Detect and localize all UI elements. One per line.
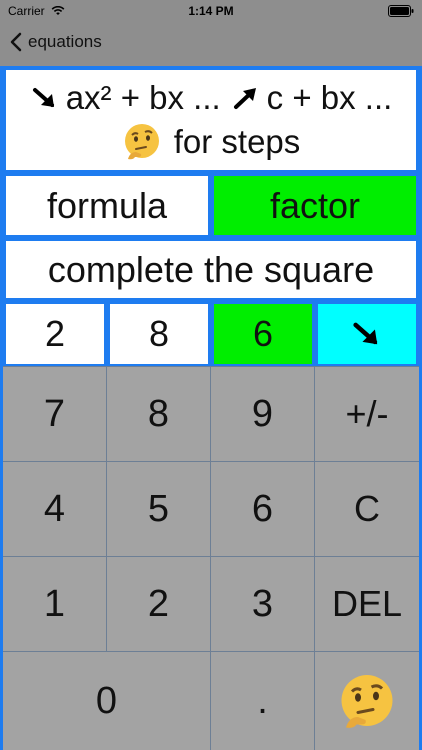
key-1-label: 1 [43, 582, 66, 625]
key-9-label: 9 [251, 392, 274, 435]
back-button[interactable]: equations [10, 32, 102, 52]
arrow-down-right-icon [32, 88, 54, 107]
back-label: equations [28, 32, 102, 51]
arrow-up-right-icon [233, 88, 256, 109]
factor-button[interactable]: factor [214, 176, 416, 235]
key-1[interactable]: 1 [3, 557, 107, 652]
key-0[interactable]: 0 [3, 652, 211, 750]
complete-the-square-button[interactable]: complete the square [6, 241, 416, 298]
key-2-label: 2 [147, 582, 170, 625]
clear-key[interactable]: C [315, 462, 419, 557]
delete-key-label: DEL [331, 583, 403, 624]
complete-the-square-label: complete the square [47, 248, 375, 290]
key-3-label: 3 [251, 582, 274, 625]
decimal-key[interactable]: . [211, 652, 315, 750]
instructions-box: ax² + bx ... c + bx ... for steps [6, 70, 416, 170]
key-0-label: 0 [95, 680, 118, 722]
sign-toggle-key[interactable]: +/- [315, 367, 419, 462]
key-4-label: 4 [43, 487, 66, 530]
coefficient-b-value: 8 [148, 313, 170, 354]
key-4[interactable]: 4 [3, 462, 107, 557]
key-8-label: 8 [147, 392, 170, 435]
instructions-line-1: ax² + bx ... c + bx ... [30, 76, 393, 120]
delete-key[interactable]: DEL [315, 557, 419, 652]
thinking-face-icon [124, 124, 159, 160]
thinking-face-icon [341, 674, 393, 728]
key-7[interactable]: 7 [3, 367, 107, 462]
formula-button[interactable]: formula [6, 176, 208, 235]
coefficient-b-field[interactable]: 8 [110, 304, 208, 364]
key-5[interactable]: 5 [107, 462, 211, 557]
clock: 1:14 PM [188, 4, 234, 18]
next-field-button[interactable] [318, 304, 416, 364]
key-5-label: 5 [147, 487, 170, 530]
status-bar: Carrier 1:14 PM [0, 0, 422, 22]
key-9[interactable]: 9 [211, 367, 315, 462]
decimal-key-label: . [257, 680, 268, 722]
battery-icon [388, 5, 414, 17]
chevron-left-icon [10, 32, 22, 52]
navigation-bar: equations [0, 22, 422, 66]
key-2[interactable]: 2 [107, 557, 211, 652]
coefficient-c-field[interactable]: 6 [214, 304, 312, 364]
keypad: 7 8 9 +/- 4 5 6 C 1 2 3 DEL 0 . [3, 366, 419, 750]
reverse-form-text: c + bx ... [266, 79, 393, 116]
quadratic-form-text: ax² + bx ... [65, 79, 221, 116]
key-6[interactable]: 6 [211, 462, 315, 557]
factor-label: factor [269, 184, 361, 226]
show-steps-key[interactable] [315, 652, 419, 750]
key-7-label: 7 [43, 392, 66, 435]
key-8[interactable]: 8 [107, 367, 211, 462]
arrow-down-right-icon [353, 322, 378, 345]
clear-key-label: C [354, 488, 380, 529]
calculator-panel: ax² + bx ... c + bx ... for steps formul… [0, 66, 422, 750]
coefficient-a-value: 2 [44, 313, 66, 354]
instructions-line-2: for steps [122, 120, 301, 164]
formula-label: formula [46, 184, 168, 226]
sign-toggle-label: +/- [345, 393, 389, 434]
key-3[interactable]: 3 [211, 557, 315, 652]
coefficient-c-value: 6 [252, 313, 274, 354]
key-6-label: 6 [251, 487, 274, 530]
steps-hint-text: for steps [173, 123, 301, 160]
coefficient-a-field[interactable]: 2 [6, 304, 104, 364]
